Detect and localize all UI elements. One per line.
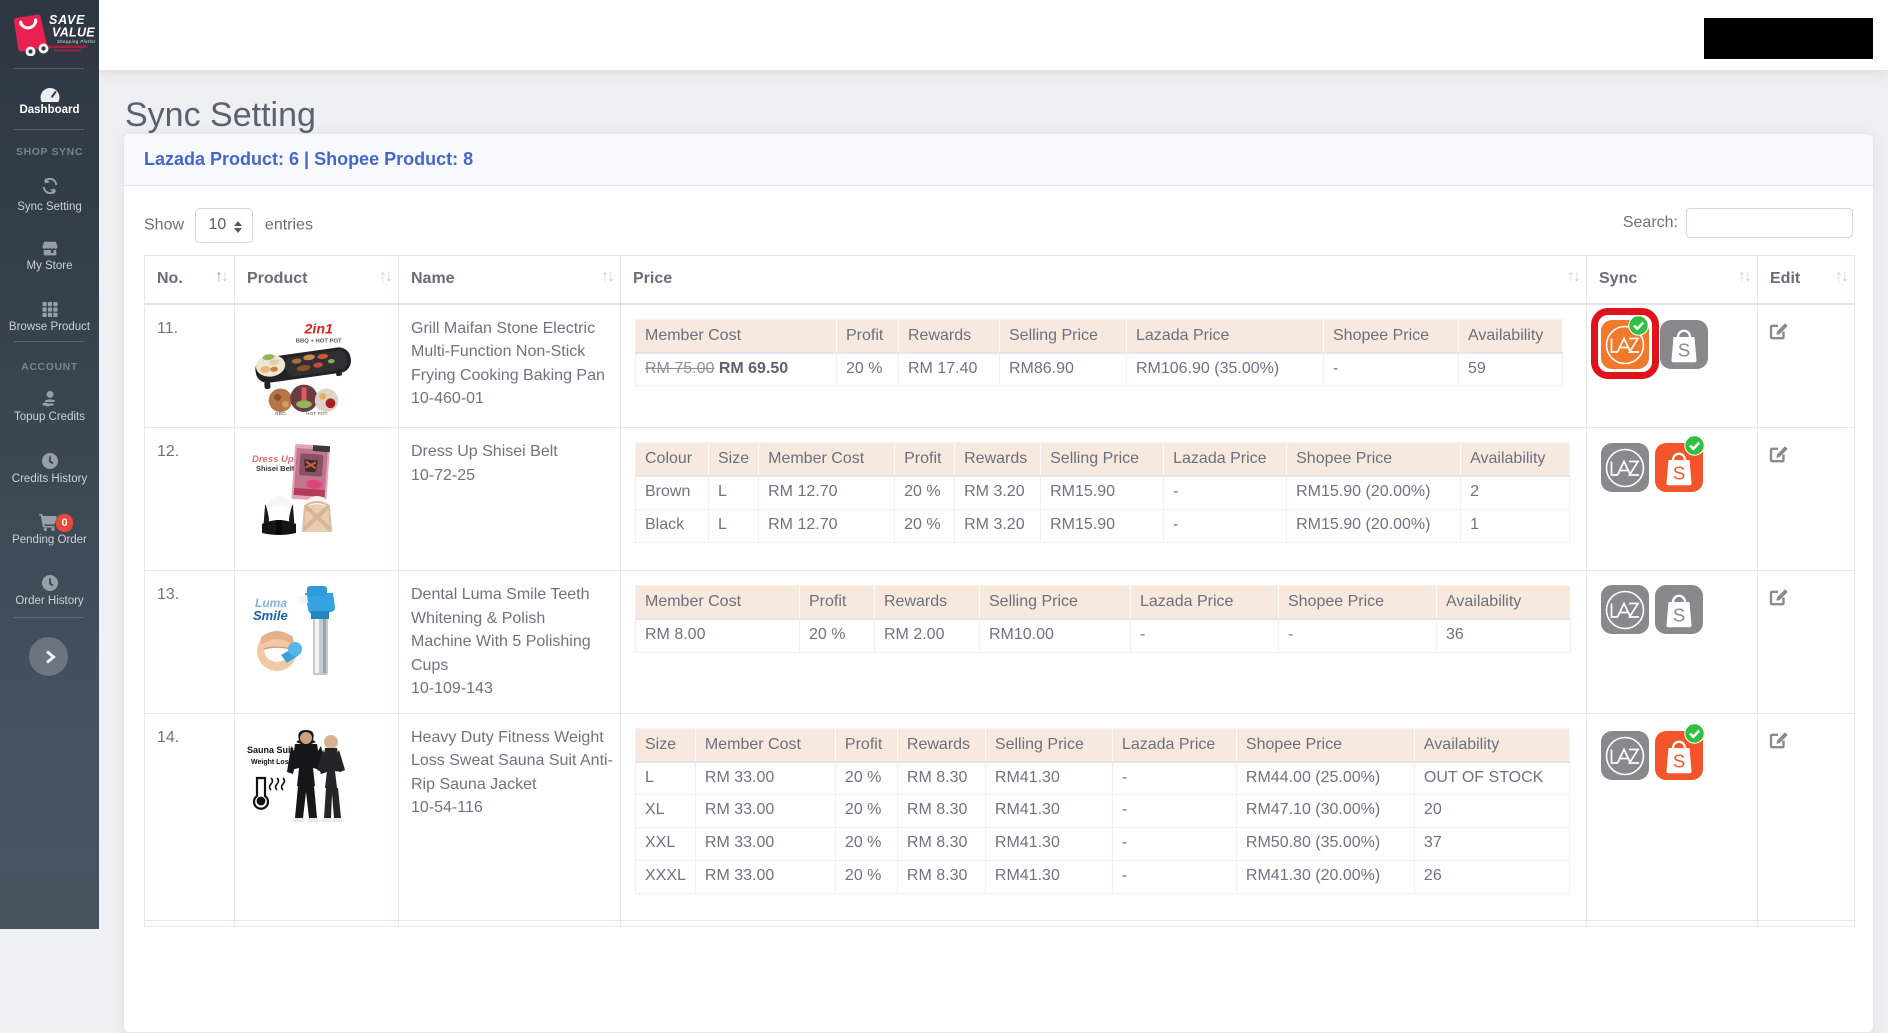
svg-text:BBQ: BBQ xyxy=(275,411,286,415)
svg-text:Weight Loss: Weight Loss xyxy=(251,759,293,766)
svg-text:HOT POT: HOT POT xyxy=(306,411,328,415)
svg-text:BBQ + HOT POT: BBQ + HOT POT xyxy=(296,338,342,344)
svg-text:Shisei Belt: Shisei Belt xyxy=(256,464,295,473)
svg-text:S: S xyxy=(1673,750,1685,771)
svg-text:S: S xyxy=(1678,339,1690,360)
svg-text:Smile: Smile xyxy=(253,608,288,623)
svg-text:Sauna Suit: Sauna Suit xyxy=(247,745,294,755)
svg-text:S: S xyxy=(1673,605,1685,626)
svg-text:2in1: 2in1 xyxy=(303,321,333,337)
svg-text:Shopping Platform: Shopping Platform xyxy=(57,39,96,44)
svg-text:VALUE: VALUE xyxy=(52,26,95,40)
svg-text:S: S xyxy=(1673,463,1685,484)
